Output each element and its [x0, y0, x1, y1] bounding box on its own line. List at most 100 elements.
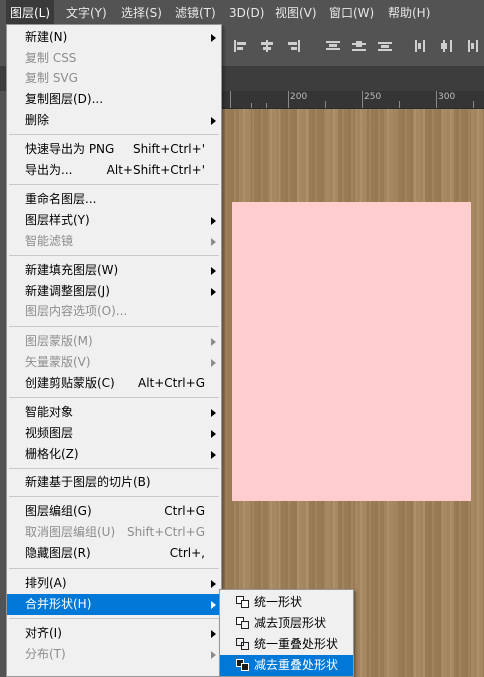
submenu-arrow-icon [211, 34, 216, 42]
menu-item-align[interactable]: 对齐(I) [7, 623, 221, 644]
ruler-label-300: 300 [438, 92, 456, 102]
menu-item-label: 取消图层编组(U) [25, 525, 116, 539]
menu-item-group-layers[interactable]: 图层编组(G) Ctrl+G [7, 501, 221, 522]
submenu-item-label: 减去重叠处形状 [254, 658, 339, 672]
menu-item-label: 导出为... [25, 163, 73, 177]
exclude-overlapping-icon [236, 659, 250, 672]
menu-item-export-as[interactable]: 导出为... Alt+Shift+Ctrl+' [7, 160, 221, 181]
distribute-bottom-edges-icon[interactable] [378, 40, 392, 52]
menu-select[interactable]: 选择(S) [117, 0, 166, 26]
menu-item-hide-layers[interactable]: 隐藏图层(R) Ctrl+, [7, 543, 221, 564]
submenu-arrow-icon [211, 267, 216, 275]
submenu-item-subtract-front[interactable]: 减去顶层形状 [220, 613, 353, 634]
distribute-right-edges-icon[interactable] [466, 40, 480, 52]
menu-item-label: 新建填充图层(W) [25, 263, 119, 277]
submenu-item-unite-shapes[interactable]: 统一形状 [220, 592, 353, 613]
menu-item-label: 创建剪贴蒙版(C) [25, 376, 115, 390]
submenu-arrow-icon [211, 651, 216, 659]
menu-separator [9, 496, 219, 497]
submenu-arrow-icon [211, 338, 216, 346]
menu-item-smart-object[interactable]: 智能对象 [7, 402, 221, 423]
menu-separator [9, 568, 219, 569]
menu-separator [9, 184, 219, 185]
ruler-label-250: 250 [364, 92, 382, 102]
menu-item-quick-export-png[interactable]: 快速导出为 PNG Shift+Ctrl+' [7, 139, 221, 160]
ruler-tick [230, 91, 231, 108]
menu-item-ungroup-layers: 取消图层编组(U) Shift+Ctrl+G [7, 522, 221, 543]
submenu-item-label: 减去顶层形状 [254, 616, 327, 630]
menu-item-label: 复制 SVG [25, 71, 78, 85]
menu-separator [9, 618, 219, 619]
submenu-arrow-icon [211, 117, 216, 125]
menu-separator [9, 134, 219, 135]
menu-item-smart-filter: 智能滤镜 [7, 231, 221, 252]
distribute-top-edges-icon[interactable] [326, 40, 340, 52]
menu-item-rasterize[interactable]: 栅格化(Z) [7, 444, 221, 465]
distribute-left-edges-icon[interactable] [414, 40, 428, 52]
submenu-item-intersect[interactable]: 统一重叠处形状 [220, 634, 353, 655]
align-right-edges-icon[interactable] [286, 40, 300, 52]
menu-item-delete[interactable]: 删除 [7, 110, 221, 131]
menu-item-new-layer-based-slice[interactable]: 新建基于图层的切片(B) [7, 472, 221, 493]
menu-item-combine-shapes[interactable]: 合并形状(H) [7, 594, 221, 615]
menu-item-shortcut: Ctrl+G [164, 504, 205, 518]
submenu-arrow-icon [211, 359, 216, 367]
menu-separator [9, 255, 219, 256]
menu-item-rename-layer[interactable]: 重命名图层... [7, 189, 221, 210]
menu-item-new-adjustment-layer[interactable]: 新建调整图层(J) [7, 281, 221, 302]
menu-view[interactable]: 视图(V) [271, 0, 321, 26]
menu-item-create-clipping-mask[interactable]: 创建剪贴蒙版(C) Alt+Ctrl+G [7, 373, 221, 394]
menu-item-label: 图层样式(Y) [25, 213, 90, 227]
menu-item-label: 图层蒙版(M) [25, 334, 93, 348]
unite-shapes-icon [236, 596, 250, 609]
submenu-arrow-icon [211, 580, 216, 588]
menu-help[interactable]: 帮助(H) [384, 0, 434, 26]
menu-3d[interactable]: 3D(D) [225, 0, 268, 26]
menu-item-layer-style[interactable]: 图层样式(Y) [7, 210, 221, 231]
menu-item-duplicate-layer[interactable]: 复制图层(D)... [7, 89, 221, 110]
menu-item-label: 分布(T) [25, 647, 66, 661]
menu-item-label: 视频图层 [25, 426, 74, 440]
menu-item-shortcut: Shift+Ctrl+G [126, 525, 205, 539]
intersect-shapes-icon [236, 638, 250, 651]
menu-item-label: 栅格化(Z) [25, 447, 79, 461]
menu-layer[interactable]: 图层(L) [6, 0, 55, 26]
menu-separator [9, 468, 219, 469]
submenu-item-label: 统一形状 [254, 595, 303, 609]
align-left-edges-icon[interactable] [234, 40, 248, 52]
submenu-arrow-icon [211, 630, 216, 638]
menu-item-label: 重命名图层... [25, 192, 97, 206]
distribute-vertical-centers-icon[interactable] [352, 40, 366, 52]
menu-item-new-fill-layer[interactable]: 新建填充图层(W) [7, 260, 221, 281]
menu-item-label: 图层编组(G) [25, 504, 92, 518]
menu-item-copy-svg: 复制 SVG [7, 68, 221, 89]
distribute-horizontal-centers-icon[interactable] [440, 40, 454, 52]
submenu-arrow-icon [211, 238, 216, 246]
menu-item-label: 隐藏图层(R) [25, 546, 91, 560]
menu-window[interactable]: 窗口(W) [325, 0, 378, 26]
submenu-arrow-icon [211, 430, 216, 438]
layer-menu-dropdown: 新建(N) 复制 CSS 复制 SVG 复制图层(D)... 删除 快速导出为 … [6, 24, 222, 677]
menu-item-video-layers[interactable]: 视频图层 [7, 423, 221, 444]
ruler-minor-tick [473, 101, 474, 108]
menu-item-new[interactable]: 新建(N) [7, 27, 221, 48]
menu-item-label: 复制图层(D)... [25, 92, 104, 106]
submenu-item-label: 统一重叠处形状 [254, 637, 339, 651]
menu-type[interactable]: 文字(Y) [62, 0, 111, 26]
pink-rectangle-shape[interactable] [232, 202, 471, 501]
menu-item-layer-content-options: 图层内容选项(O)... [7, 301, 221, 322]
menu-filter[interactable]: 滤镜(T) [171, 0, 220, 26]
ruler-label-200: 200 [290, 92, 308, 102]
menu-bar: 图层(L) 文字(Y) 选择(S) 滤镜(T) 3D(D) 视图(V) 窗口(W… [0, 0, 484, 26]
ruler-minor-tick [251, 103, 252, 108]
submenu-item-exclude-overlapping[interactable]: 减去重叠处形状 [220, 655, 353, 676]
menu-separator [9, 397, 219, 398]
align-horizontal-centers-icon[interactable] [260, 40, 274, 52]
menu-item-copy-css: 复制 CSS [7, 48, 221, 69]
menu-item-distribute: 分布(T) [7, 644, 221, 665]
ruler-minor-tick [325, 101, 326, 108]
menu-item-label: 智能滤镜 [25, 234, 74, 248]
menu-item-arrange[interactable]: 排列(A) [7, 573, 221, 594]
submenu-arrow-icon [211, 601, 216, 609]
menu-item-shortcut: Alt+Ctrl+G [137, 376, 205, 390]
